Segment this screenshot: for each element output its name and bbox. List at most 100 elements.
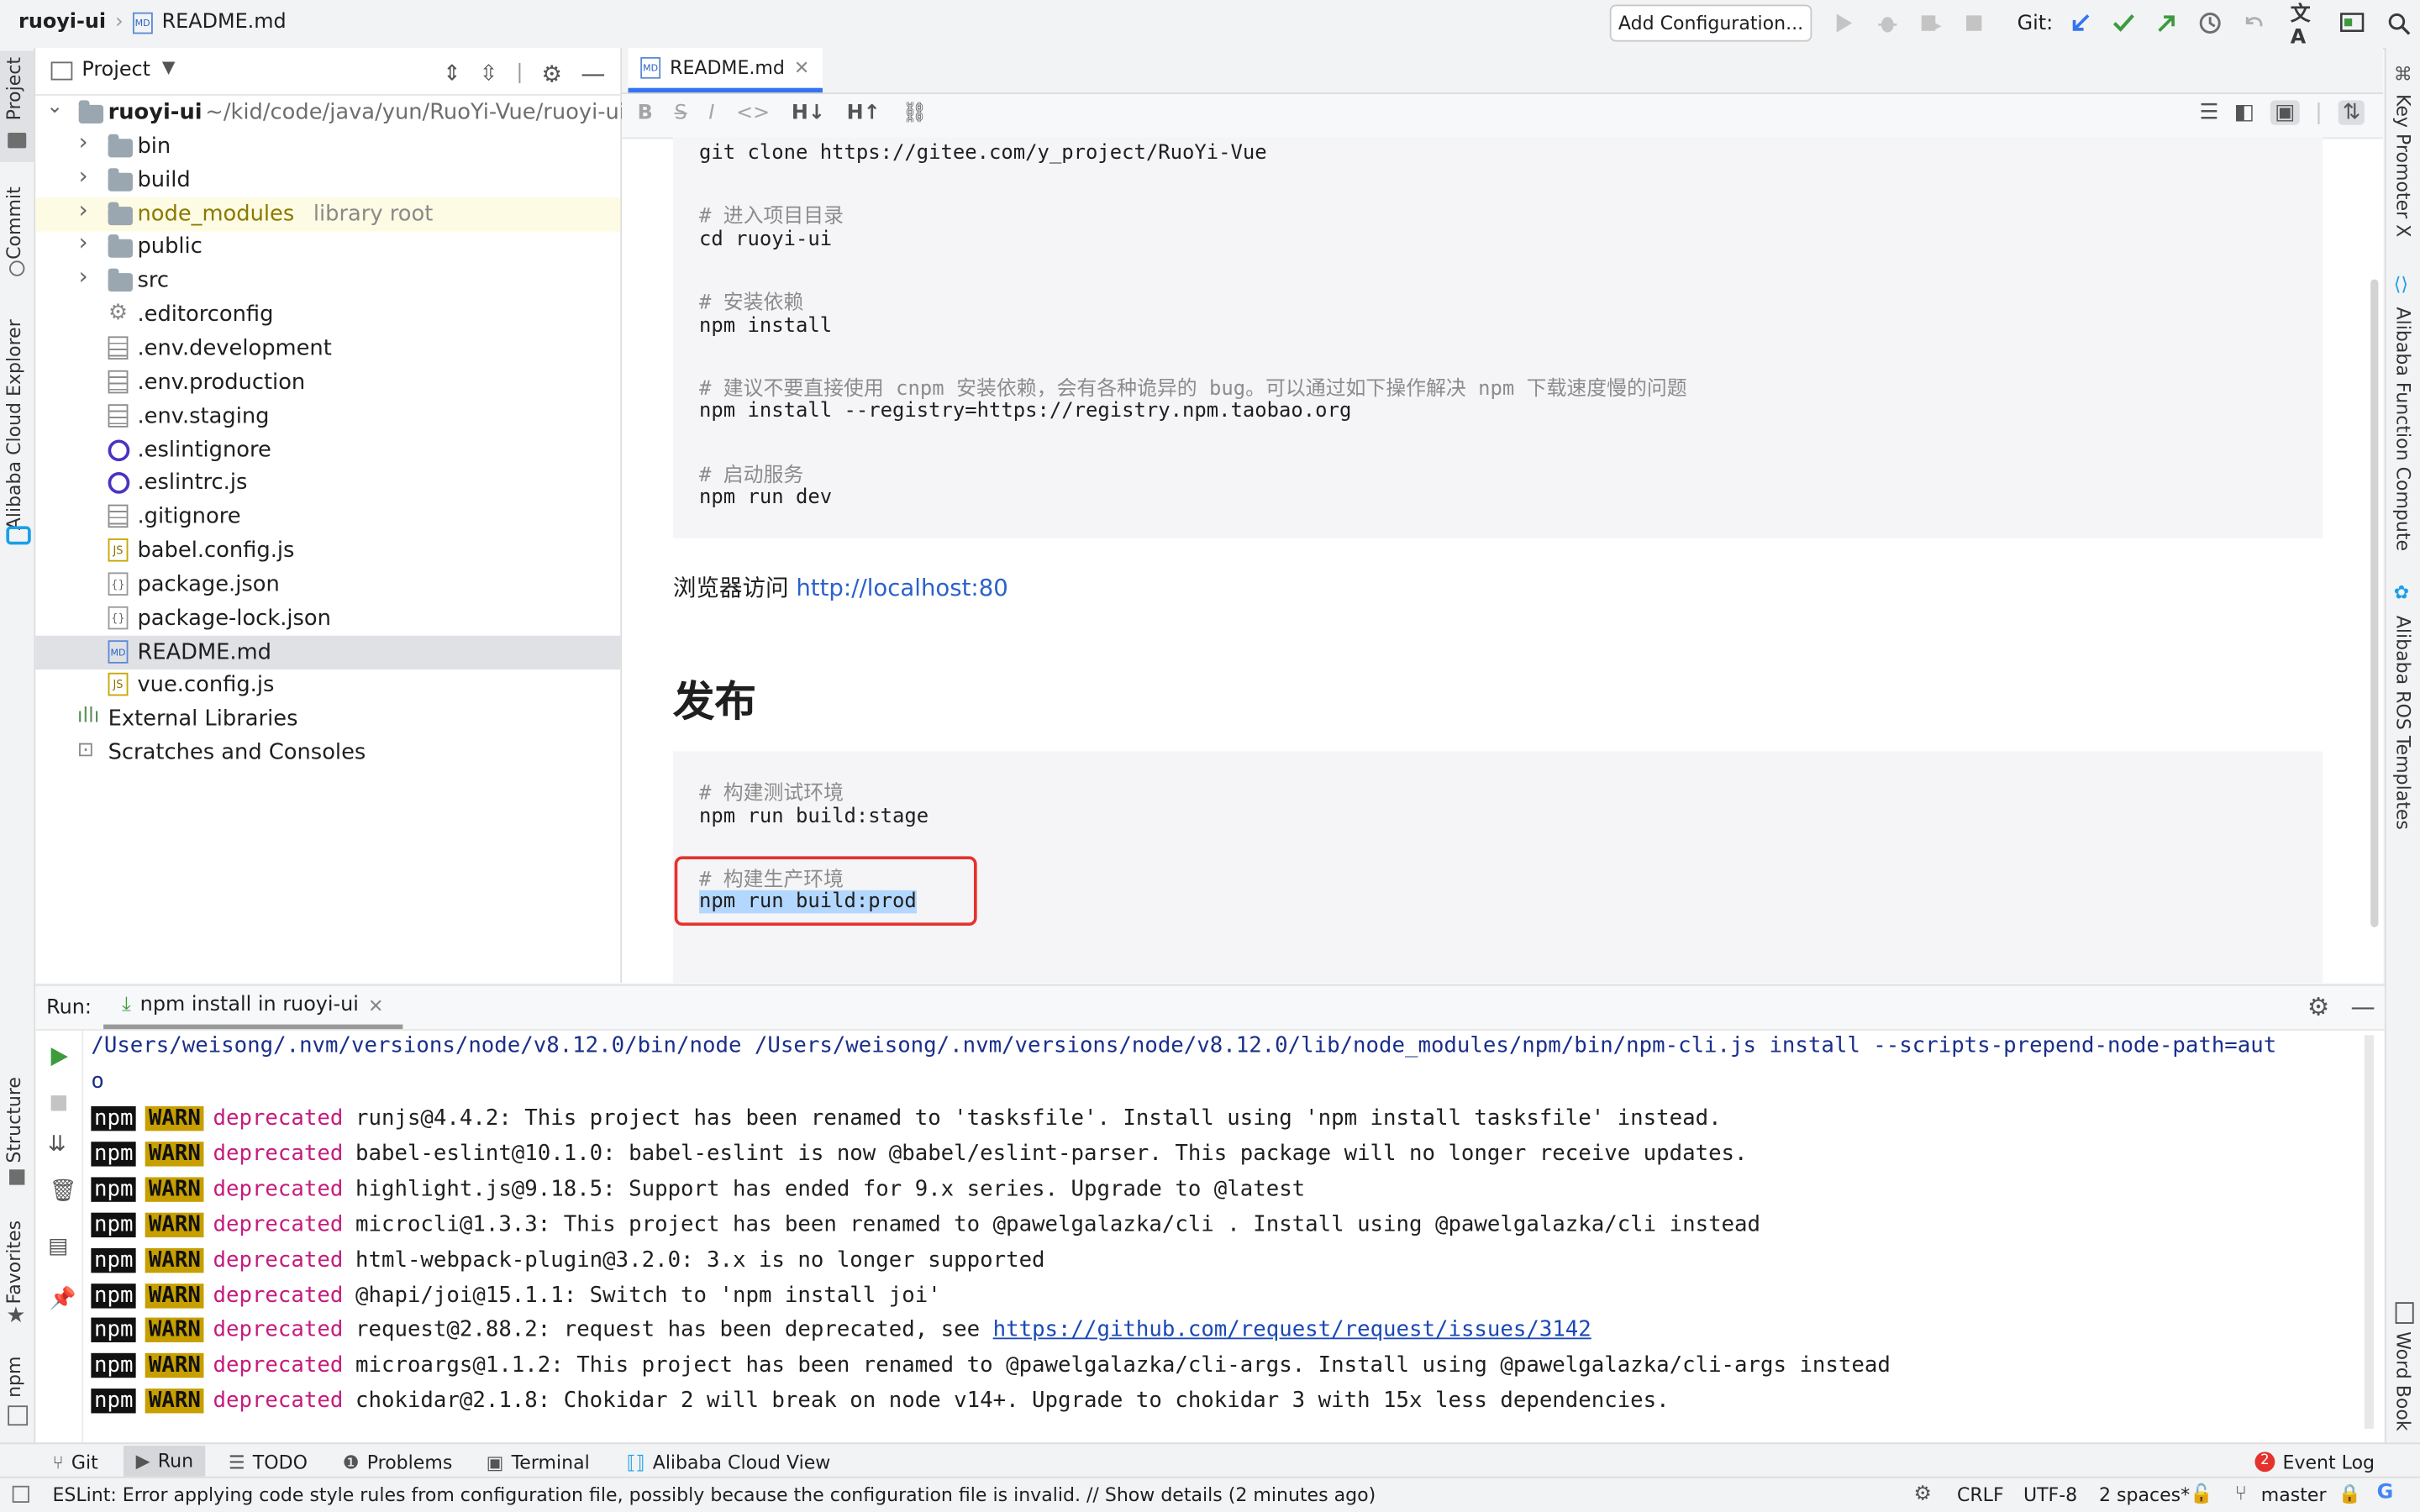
rerun-icon[interactable]	[48, 1046, 70, 1068]
hide-panel-icon[interactable]: —	[581, 59, 605, 88]
tree-folder[interactable]: › bin	[35, 128, 620, 163]
alibaba-explorer-tool-label[interactable]: Alibaba Cloud Explorer	[3, 319, 25, 530]
editor-scrollbar[interactable]	[2370, 279, 2379, 927]
run-icon[interactable]	[1829, 8, 1860, 39]
tree-folder[interactable]: › public	[35, 229, 620, 264]
run-tool-tab[interactable]: ▶ Run	[123, 1446, 206, 1477]
scratches-and-consoles[interactable]: ⊡ Scratches and Consoles	[35, 736, 620, 769]
favorites-tool-label[interactable]: Favorites	[3, 1221, 25, 1305]
chevron-right-icon[interactable]: ›	[79, 195, 88, 223]
tree-file[interactable]: .env.development	[35, 332, 620, 365]
word-book-tool-label[interactable]: Word Book	[2392, 1331, 2414, 1431]
file-encoding[interactable]: UTF-8	[2023, 1484, 2077, 1506]
pin-icon[interactable]: 📌	[50, 1287, 76, 1311]
git-history-icon[interactable]	[2195, 8, 2226, 39]
bold-icon[interactable]: B	[638, 102, 653, 125]
status-message[interactable]: ESLint: Error applying code style rules …	[52, 1484, 1376, 1506]
link-icon[interactable]: ⛓	[902, 102, 927, 125]
strikethrough-icon[interactable]: S	[675, 102, 687, 125]
readonly-icon[interactable]: 🔓	[2190, 1483, 2212, 1504]
preview-only-icon[interactable]: ▣	[2270, 100, 2300, 125]
chevron-right-icon[interactable]: ›	[79, 128, 88, 155]
npm-tool-label[interactable]: npm	[3, 1356, 25, 1397]
problems-tab[interactable]: ❶ Problems	[343, 1449, 453, 1475]
chevron-down-icon[interactable]: ⌄	[46, 96, 63, 119]
chevron-down-icon[interactable]: ▼	[162, 57, 176, 77]
tree-file[interactable]: {} package.json	[35, 568, 620, 601]
key-promoter-tool-label[interactable]: Key Promoter X	[2392, 94, 2414, 237]
toggle-tool-windows-icon[interactable]	[12, 1485, 29, 1503]
editor-only-icon[interactable]: ☰	[2199, 100, 2218, 124]
close-icon[interactable]: ✕	[794, 57, 809, 79]
add-configuration-button[interactable]: Add Configuration...	[1609, 4, 1812, 42]
git-rollback-icon[interactable]	[2238, 8, 2269, 39]
layout-icon[interactable]: ▤	[48, 1234, 68, 1258]
chevron-right-icon[interactable]: ›	[79, 161, 88, 189]
git-commit-icon[interactable]	[2108, 8, 2139, 39]
tree-file[interactable]: {} package-lock.json	[35, 601, 620, 635]
function-compute-tool-label[interactable]: Alibaba Function Compute	[2392, 307, 2414, 552]
gear-icon[interactable]: ⚙	[541, 60, 562, 87]
chevron-right-icon[interactable]: ›	[79, 263, 88, 291]
hide-panel-icon[interactable]: —	[2350, 992, 2375, 1021]
git-update-icon[interactable]	[2065, 8, 2096, 39]
trash-icon[interactable]: 🗑	[50, 1179, 77, 1203]
search-icon[interactable]	[2383, 8, 2414, 39]
scroll-to-end-icon[interactable]: ⇊	[48, 1132, 66, 1157]
tree-file[interactable]: .env.production	[35, 365, 620, 399]
tree-folder[interactable]: › build	[35, 161, 620, 197]
console-scrollbar[interactable]	[2364, 1035, 2374, 1429]
commit-tool-label[interactable]: Commit	[3, 186, 25, 260]
sync-icon[interactable]: ⚙	[1914, 1483, 1932, 1506]
project-panel-title[interactable]: Project	[82, 59, 150, 82]
chevron-right-icon[interactable]: ›	[79, 229, 88, 257]
git-branch[interactable]: master	[2261, 1484, 2327, 1506]
sync-scroll-icon[interactable]: ⇅	[2338, 100, 2365, 125]
gear-icon[interactable]: ⚙	[2307, 992, 2329, 1021]
breadcrumb-file[interactable]: README.md	[162, 11, 287, 34]
tree-folder[interactable]: › node_modules library root	[35, 195, 621, 231]
stop-icon[interactable]	[50, 1094, 68, 1112]
tree-file[interactable]: JS vue.config.js	[35, 669, 620, 702]
tree-file[interactable]: .eslintignore	[35, 433, 620, 466]
todo-tab[interactable]: ☰ TODO	[229, 1449, 308, 1475]
code-icon[interactable]: <>	[736, 102, 770, 125]
close-icon[interactable]: ✕	[368, 995, 383, 1016]
breadcrumb-project[interactable]: ruoyi-ui	[18, 11, 106, 34]
git-push-icon[interactable]	[2151, 8, 2182, 39]
google-translate-icon[interactable]: G	[2377, 1481, 2394, 1504]
structure-tool-label[interactable]: Structure	[3, 1077, 25, 1163]
git-tab[interactable]: ⑂ Git	[52, 1449, 97, 1475]
translate-icon[interactable]: 文A	[2291, 3, 2322, 50]
project-tool-label[interactable]: Project	[3, 57, 25, 120]
heading-increase-icon[interactable]: H↑	[847, 102, 881, 125]
tree-folder[interactable]: › src	[35, 263, 620, 298]
expand-all-icon[interactable]: ⇕	[443, 61, 461, 86]
run-tab[interactable]: ⤓ npm install in ruoyi-ui ✕	[103, 986, 402, 1030]
editor-tab-readme[interactable]: MD README.md ✕	[628, 47, 823, 93]
alibaba-cloud-view-tab[interactable]: ⟦⟧ Alibaba Cloud View	[627, 1449, 831, 1475]
localhost-link[interactable]: http://localhost:80	[796, 574, 1007, 601]
external-libraries[interactable]: ıllı External Libraries	[35, 702, 620, 736]
event-log-tab[interactable]: 2 Event Log	[2254, 1449, 2375, 1475]
coverage-icon[interactable]	[1915, 8, 1946, 39]
terminal-tab[interactable]: ▣ Terminal	[487, 1449, 590, 1475]
split-view-icon[interactable]: ◧	[2234, 100, 2254, 124]
tree-file[interactable]: MD README.md	[35, 634, 621, 669]
tree-file[interactable]: .env.staging	[35, 399, 620, 433]
lock-icon[interactable]: 🔒	[2338, 1483, 2361, 1504]
collapse-all-icon[interactable]: ⇳	[480, 61, 498, 86]
heading-decrease-icon[interactable]: H↓	[792, 102, 825, 125]
ros-templates-tool-label[interactable]: Alibaba ROS Templates	[2392, 616, 2414, 830]
tree-file[interactable]: .gitignore	[35, 500, 620, 533]
presentation-icon[interactable]	[2337, 8, 2368, 39]
console-link[interactable]: https://github.com/request/request/issue…	[993, 1318, 1591, 1342]
tree-file[interactable]: .eslintrc.js	[35, 466, 620, 500]
debug-icon[interactable]	[1872, 8, 1903, 39]
italic-icon[interactable]: I	[708, 102, 714, 125]
tree-file[interactable]: JS babel.config.js	[35, 534, 620, 568]
tree-root[interactable]: ⌄ ruoyi-ui ~/kid/code/java/yun/RuoYi-Vue/r…	[35, 96, 625, 129]
stop-icon[interactable]	[1959, 8, 1990, 39]
line-separator[interactable]: CRLF	[1957, 1484, 2004, 1506]
tree-file[interactable]: ⚙ .editorconfig	[35, 298, 620, 332]
